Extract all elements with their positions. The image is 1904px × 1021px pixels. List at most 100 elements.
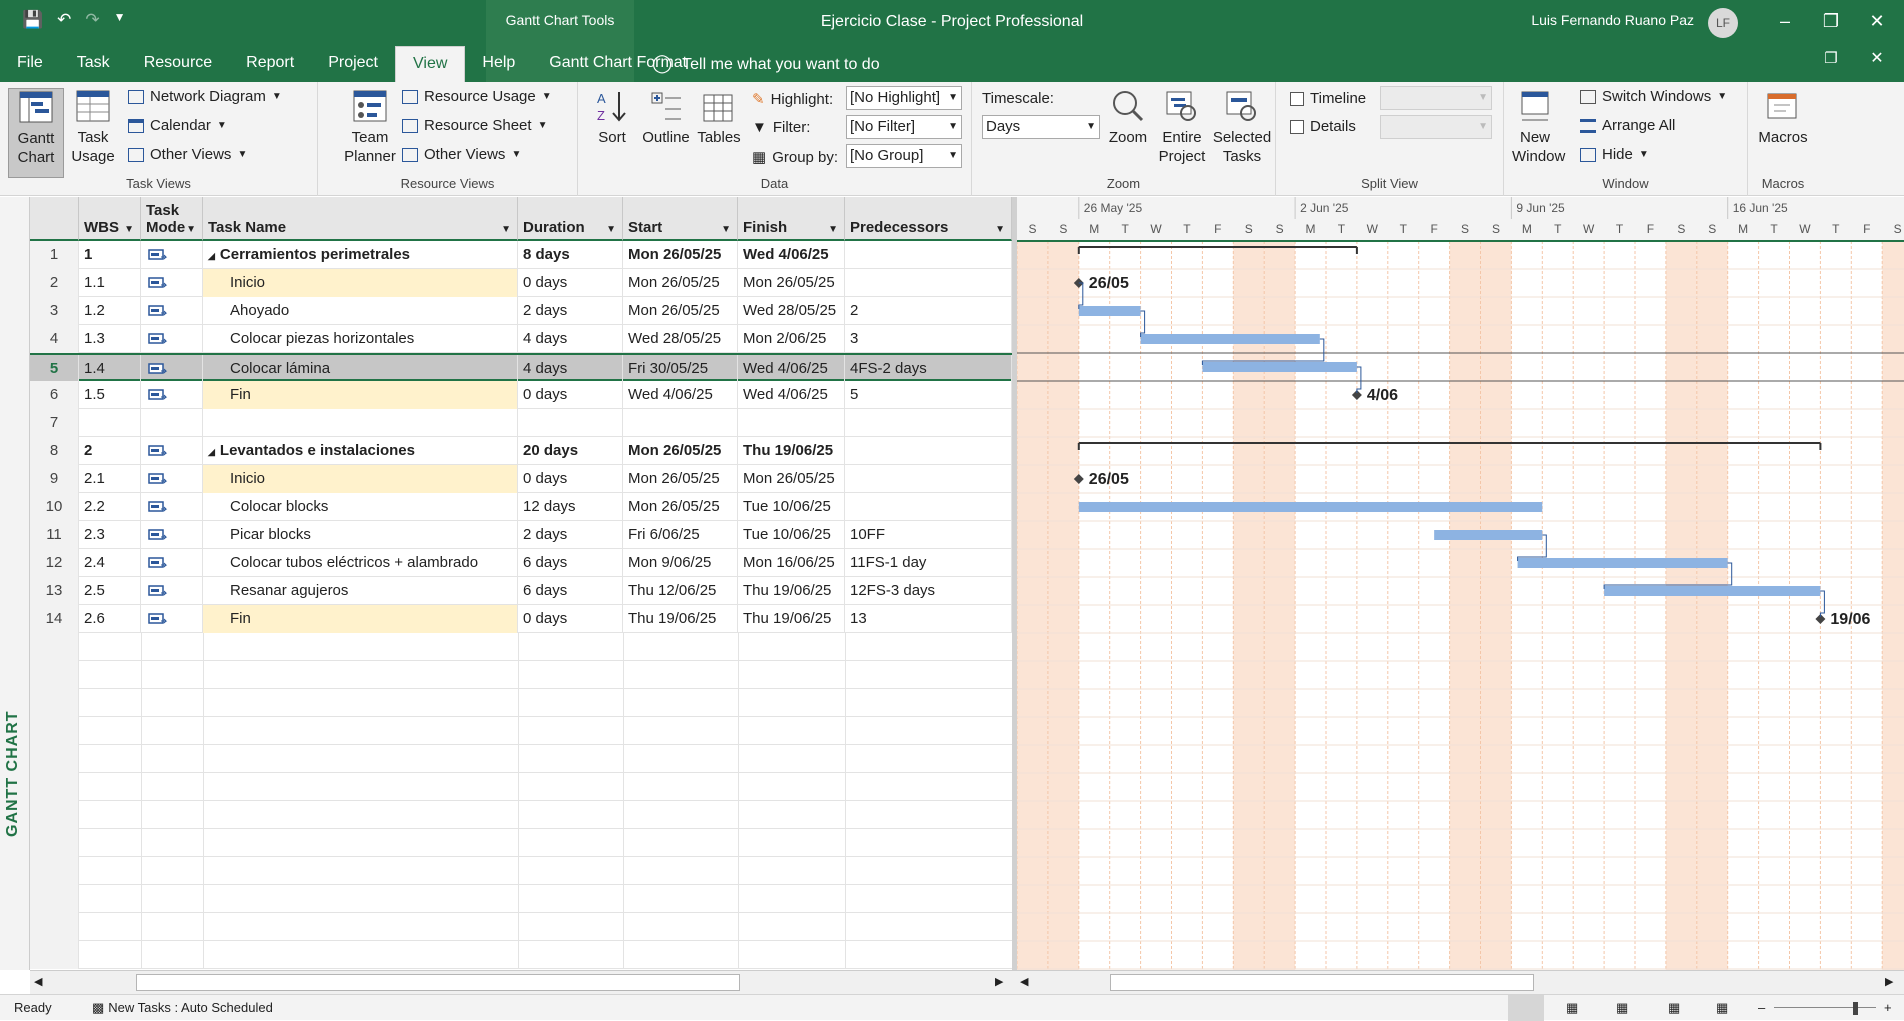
row-id-cell[interactable]: 3 bbox=[30, 297, 79, 325]
filter-arrow-icon[interactable]: ▼ bbox=[186, 224, 196, 235]
task-mode-cell[interactable] bbox=[141, 241, 203, 269]
customize-qat-icon[interactable]: ▼ bbox=[114, 10, 126, 30]
task-mode-cell[interactable] bbox=[141, 549, 203, 577]
row-id-cell[interactable]: 8 bbox=[30, 437, 79, 465]
task-name-cell[interactable]: Fin bbox=[203, 605, 518, 633]
row-id-cell[interactable]: 5 bbox=[30, 355, 79, 383]
gantt-view-shortcut-icon[interactable] bbox=[1508, 995, 1544, 1021]
calendar-button[interactable]: Calendar ▼ bbox=[128, 117, 227, 134]
task-mode-cell[interactable] bbox=[141, 381, 203, 409]
row-id-cell[interactable] bbox=[30, 633, 79, 661]
finish-cell[interactable]: Thu 19/06/25 bbox=[738, 605, 845, 633]
resource-sheet-button[interactable]: Resource Sheet ▼ bbox=[402, 117, 547, 134]
network-diagram-button[interactable]: Network Diagram ▼ bbox=[128, 88, 282, 105]
row-id-cell[interactable] bbox=[30, 913, 79, 941]
wbs-cell[interactable]: 2.3 bbox=[79, 521, 141, 549]
empty-row[interactable] bbox=[30, 745, 1012, 773]
column-header-wbs[interactable]: WBS ▼ bbox=[79, 197, 141, 241]
duration-cell[interactable]: 20 days bbox=[518, 437, 623, 465]
macros-button[interactable]: Macros bbox=[1754, 88, 1812, 147]
empty-row[interactable] bbox=[30, 829, 1012, 857]
gantt-chart-area[interactable]: 26 May '25 2 Jun '25 9 Jun '25 16 Jun '25 S S… bbox=[1017, 197, 1904, 970]
empty-row[interactable] bbox=[30, 801, 1012, 829]
task-mode-cell[interactable] bbox=[141, 325, 203, 353]
task-name-cell[interactable]: ◢ Cerramientos perimetrales bbox=[203, 241, 518, 269]
tables-button[interactable]: Tables bbox=[694, 88, 744, 147]
other-task-views-button[interactable]: Other Views ▼ bbox=[128, 146, 247, 163]
tab-help[interactable]: Help bbox=[465, 44, 532, 82]
duration-cell[interactable]: 4 days bbox=[518, 325, 623, 353]
finish-cell[interactable]: Mon 16/06/25 bbox=[738, 549, 845, 577]
predecessors-cell[interactable] bbox=[845, 465, 1012, 493]
row-id-cell[interactable] bbox=[30, 941, 79, 969]
empty-row[interactable] bbox=[30, 773, 1012, 801]
collapse-triangle-icon[interactable]: ◢ bbox=[208, 447, 215, 457]
wbs-cell[interactable]: 1.1 bbox=[79, 269, 141, 297]
predecessors-cell[interactable]: 5 bbox=[845, 381, 1012, 409]
group-by-dropdown[interactable]: [No Group] ▼ bbox=[846, 144, 962, 168]
selected-tasks-button[interactable]: Selected Tasks bbox=[1212, 88, 1272, 166]
row-id-cell[interactable] bbox=[30, 885, 79, 913]
empty-row[interactable] bbox=[30, 689, 1012, 717]
filter-dropdown[interactable]: [No Filter] ▼ bbox=[846, 115, 962, 139]
finish-cell[interactable] bbox=[738, 409, 845, 437]
task-name-cell[interactable]: Colocar tubos eléctricos + alambrado bbox=[203, 549, 518, 577]
wbs-cell[interactable]: 1.3 bbox=[79, 325, 141, 353]
wbs-cell[interactable]: 2 bbox=[79, 437, 141, 465]
row-id-cell[interactable]: 10 bbox=[30, 493, 79, 521]
table-row[interactable]: 3 1.2 Ahoyado 2 days Mon 26/05/25 Wed 28/05/2… bbox=[30, 297, 1012, 325]
entire-project-button[interactable]: Entire Project bbox=[1154, 88, 1210, 166]
undo-icon[interactable]: ↶ bbox=[57, 10, 71, 30]
row-id-cell[interactable] bbox=[30, 717, 79, 745]
gantt-chart-button[interactable]: Gantt Chart bbox=[8, 88, 64, 178]
task-mode-cell[interactable] bbox=[141, 465, 203, 493]
highlight-dropdown[interactable]: [No Highlight] ▼ bbox=[846, 86, 962, 110]
duration-cell[interactable] bbox=[518, 409, 623, 437]
restore-doc-icon[interactable]: ❐ bbox=[1808, 44, 1854, 74]
predecessors-cell[interactable]: 12FS-3 days bbox=[845, 577, 1012, 605]
report-shortcut-icon[interactable]: ▦ bbox=[1716, 995, 1728, 1021]
timeline-check[interactable] bbox=[1290, 91, 1304, 106]
row-id-cell[interactable] bbox=[30, 829, 79, 857]
switch-windows-button[interactable]: Switch Windows ▼ bbox=[1580, 88, 1727, 105]
table-row[interactable]: 9 2.1 Inicio 0 days Mon 26/05/25 Mon 26/05/25 bbox=[30, 465, 1012, 493]
column-header-task-name[interactable]: Task Name ▼ bbox=[203, 197, 518, 241]
predecessors-cell[interactable] bbox=[845, 409, 1012, 437]
save-icon[interactable]: 💾 bbox=[22, 10, 43, 30]
tab-resource[interactable]: Resource bbox=[127, 44, 229, 82]
wbs-cell[interactable]: 1.2 bbox=[79, 297, 141, 325]
zoom-button[interactable]: Zoom bbox=[1104, 88, 1152, 147]
predecessors-cell[interactable]: 13 bbox=[845, 605, 1012, 633]
finish-cell[interactable]: Wed 4/06/25 bbox=[738, 241, 845, 269]
wbs-cell[interactable]: 2.4 bbox=[79, 549, 141, 577]
sort-button[interactable]: AZ Sort bbox=[592, 88, 632, 147]
wbs-cell[interactable]: 2.5 bbox=[79, 577, 141, 605]
predecessors-cell[interactable] bbox=[845, 269, 1012, 297]
resource-sheet-shortcut-icon[interactable]: ▦ bbox=[1668, 995, 1680, 1021]
chart-scroll-right-icon[interactable]: ▶ bbox=[1885, 975, 1893, 988]
empty-row[interactable] bbox=[30, 857, 1012, 885]
tab-view[interactable]: View bbox=[395, 46, 466, 84]
column-header-task-mode[interactable]: Task Mode ▼ bbox=[141, 197, 203, 241]
row-id-cell[interactable]: 2 bbox=[30, 269, 79, 297]
row-id-cell[interactable]: 1 bbox=[30, 241, 79, 269]
table-row[interactable]: 5 1.4 Colocar lámina 4 days Fri 30/05/25 Wed … bbox=[30, 353, 1012, 383]
task-mode-cell[interactable] bbox=[141, 355, 203, 383]
user-name[interactable]: Luis Fernando Ruano Paz bbox=[1531, 12, 1694, 28]
chart-scroll-left-icon[interactable]: ◀ bbox=[1020, 975, 1028, 988]
predecessors-cell[interactable] bbox=[845, 241, 1012, 269]
collapse-triangle-icon[interactable]: ◢ bbox=[208, 251, 215, 261]
tell-me-search[interactable]: ◯ Tell me what you want to do bbox=[652, 44, 880, 84]
tab-report[interactable]: Report bbox=[229, 44, 311, 82]
chart-scroll-thumb[interactable] bbox=[1110, 974, 1534, 991]
task-name-cell[interactable]: Ahoyado bbox=[203, 297, 518, 325]
zoom-slider-track[interactable] bbox=[1774, 1007, 1876, 1008]
table-row[interactable]: 1 1 ◢ Cerramientos perimetrales 8 days Mon 26… bbox=[30, 241, 1012, 269]
start-cell[interactable]: Wed 28/05/25 bbox=[623, 325, 738, 353]
start-cell[interactable] bbox=[623, 409, 738, 437]
row-id-cell[interactable] bbox=[30, 773, 79, 801]
empty-row[interactable] bbox=[30, 633, 1012, 661]
start-cell[interactable]: Fri 6/06/25 bbox=[623, 521, 738, 549]
table-row[interactable]: 11 2.3 Picar blocks 2 days Fri 6/06/25 Tue 10… bbox=[30, 521, 1012, 549]
avatar[interactable]: LF bbox=[1708, 8, 1738, 38]
